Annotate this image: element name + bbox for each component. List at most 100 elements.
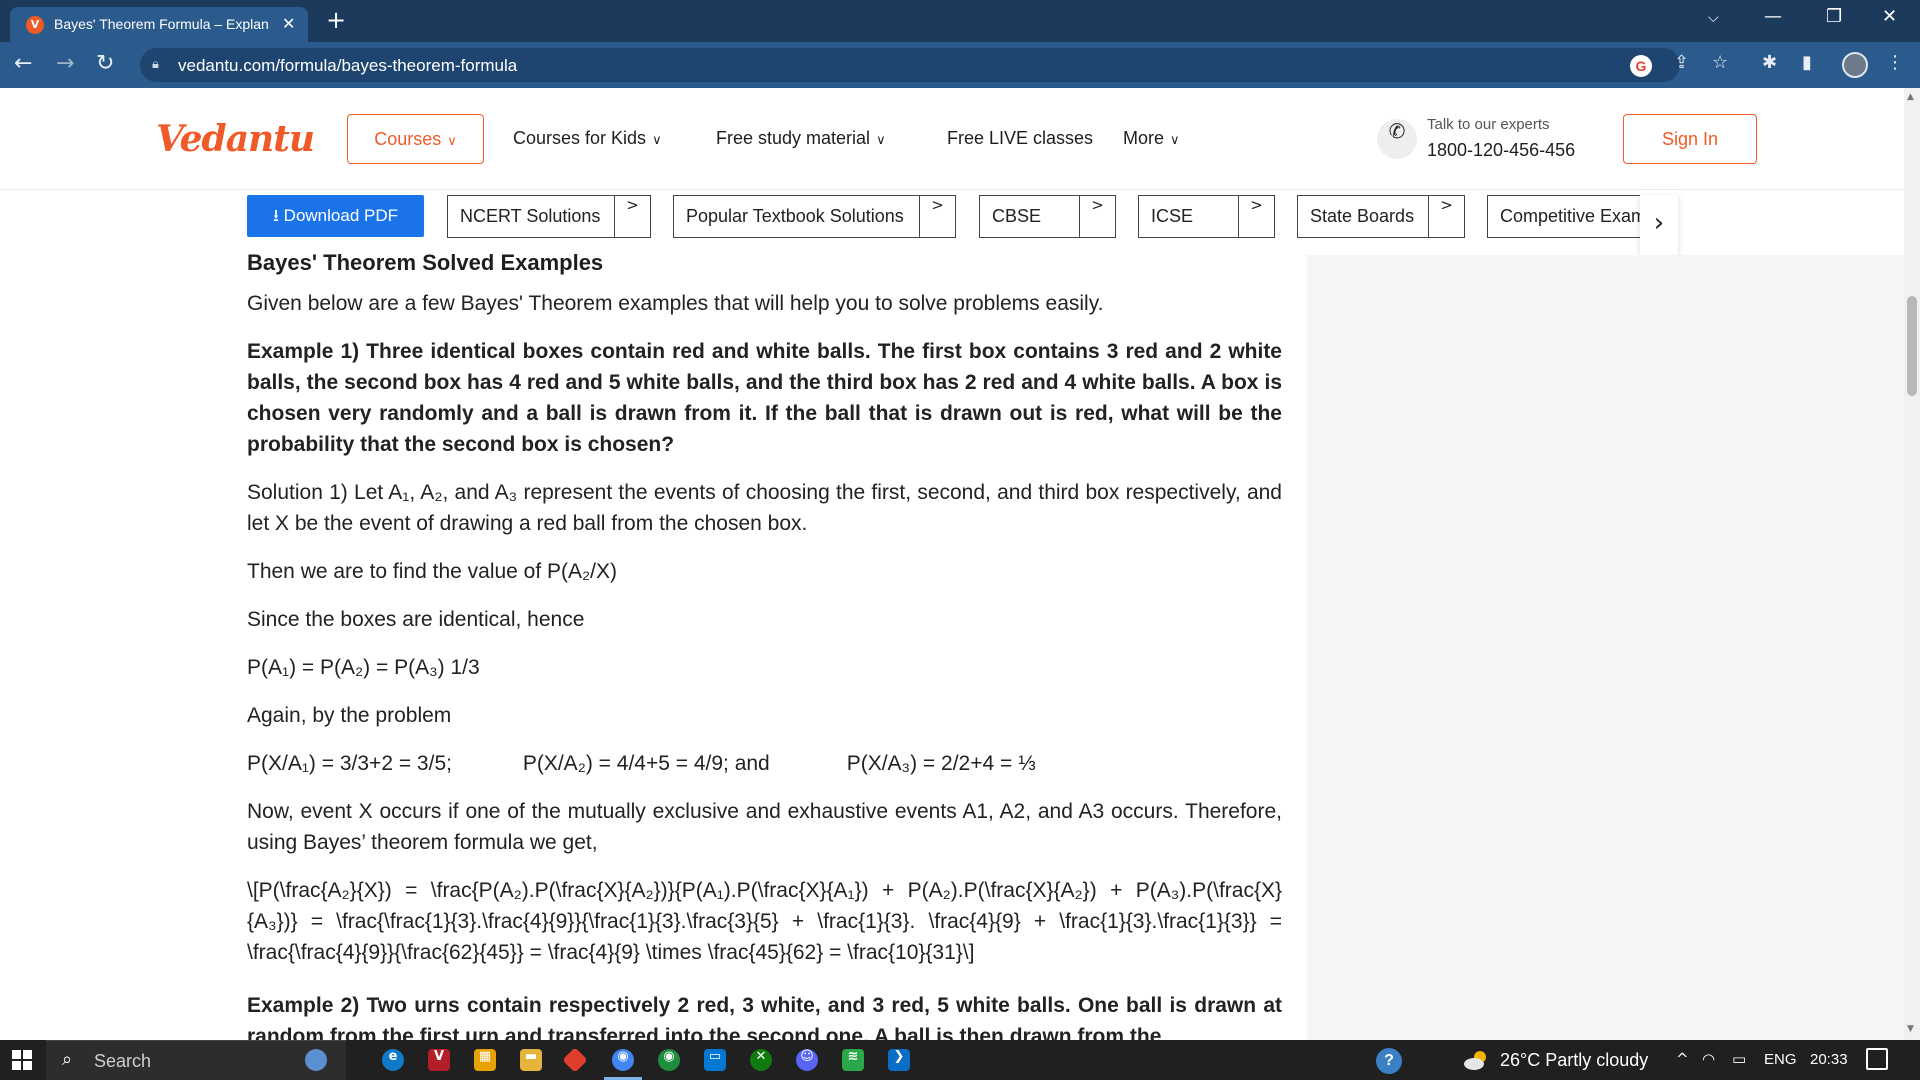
site-header: Vedantu Courses ∨ Courses for Kids ∨ Free … xyxy=(0,88,1904,190)
chrome-canary-icon[interactable]: ◉ xyxy=(658,1049,680,1071)
menu-icon[interactable]: ⋮ xyxy=(1886,52,1904,73)
nav-label: Free study material xyxy=(716,128,871,148)
tab-search-chevron-icon[interactable]: ⌵ xyxy=(1708,10,1719,26)
layers-icon[interactable]: ≋ xyxy=(842,1049,864,1071)
clock[interactable]: 20:33 xyxy=(1810,1051,1848,1068)
equal-probabilities: P(A₁) = P(A₂) = P(A₃) 1/3 xyxy=(247,656,480,679)
side-panel xyxy=(1307,255,1904,1040)
git-icon[interactable] xyxy=(562,1047,588,1073)
vedantu-favicon-icon: V xyxy=(26,16,44,34)
extensions-icon[interactable]: ✱ xyxy=(1762,52,1777,73)
nav-more[interactable]: More ∨ xyxy=(1123,128,1180,149)
weather-text[interactable]: 26°C Partly cloudy xyxy=(1500,1050,1648,1071)
google-icon[interactable]: G xyxy=(1630,55,1652,77)
pill-label: NCERT Solutions xyxy=(460,206,601,226)
chevron-down-icon: ∨ xyxy=(652,133,662,148)
reload-icon[interactable]: ↻ xyxy=(96,51,114,76)
phone-icon[interactable]: ✆ xyxy=(1377,119,1417,159)
cond-prob-3: P(X/A₃) = 2/2+4 = ⅓ xyxy=(846,752,1036,775)
tray-chevron-up-icon[interactable]: ^ xyxy=(1676,1050,1689,1068)
star-icon[interactable]: ☆ xyxy=(1712,52,1728,73)
article-content: Bayes' Theorem Solved Examples Given bel… xyxy=(247,250,1282,1069)
new-tab-icon[interactable]: + xyxy=(326,6,346,34)
url-text[interactable]: vedantu.com/formula/bayes-theorem-formul… xyxy=(178,56,517,76)
chevron-right-icon[interactable]: > xyxy=(614,196,650,237)
download-pdf-button[interactable]: ⭳ Download PDF xyxy=(247,195,424,237)
intro-text: Given below are a few Bayes' Theorem exa… xyxy=(247,292,1104,315)
pill-label: Popular Textbook Solutions xyxy=(686,206,904,226)
windows-start-icon[interactable] xyxy=(12,1050,32,1070)
nav-label: Free LIVE classes xyxy=(947,128,1094,148)
subnav-icse[interactable]: ICSE > xyxy=(1138,195,1275,238)
chevron-right-icon[interactable]: > xyxy=(1079,196,1115,237)
cond-prob-1: P(X/A₁) = 3/3+2 = 3/5; xyxy=(247,752,452,775)
pill-label: ICSE xyxy=(1151,206,1194,226)
chevron-right-icon[interactable]: > xyxy=(919,196,955,237)
nav-free-live-classes[interactable]: Free LIVE classes xyxy=(947,128,1093,149)
browser-tab[interactable]: V Bayes' Theorem Formula – Explan ✕ xyxy=(10,7,308,42)
bayes-explanation: Now, event X occurs if one of the mutual… xyxy=(247,800,1282,854)
nav-courses-for-kids[interactable]: Courses for Kids ∨ xyxy=(513,128,662,149)
chevron-down-icon: ∨ xyxy=(1170,133,1180,148)
edge-icon[interactable]: e xyxy=(382,1049,404,1071)
partly-cloudy-icon xyxy=(1464,1051,1486,1070)
browser-tab-bar: V Bayes' Theorem Formula – Explan ✕ + ⌵ … xyxy=(0,0,1920,42)
solution-1-text: Solution 1) Let A₁, A₂, and A₃ represent… xyxy=(247,481,1282,535)
pill-label: Competitive Exams xyxy=(1500,206,1641,226)
close-window-icon[interactable]: ✕ xyxy=(1882,6,1897,27)
widget-character-icon[interactable] xyxy=(305,1049,327,1071)
sidepanel-icon[interactable]: ▮ xyxy=(1802,52,1812,73)
chevron-right-icon[interactable]: > xyxy=(1428,196,1464,237)
vscode-icon[interactable]: ❯ xyxy=(888,1049,910,1071)
search-icon: ⌕ xyxy=(62,1049,73,1070)
restore-icon[interactable]: ❐ xyxy=(1826,6,1842,27)
help-icon[interactable]: ? xyxy=(1376,1048,1402,1074)
minimize-icon[interactable]: — xyxy=(1764,6,1782,27)
chrome-icon[interactable]: ◉ xyxy=(612,1049,634,1071)
profile-avatar[interactable] xyxy=(1842,52,1868,78)
scroll-thumb[interactable] xyxy=(1907,296,1917,396)
again-text: Again, by the problem xyxy=(247,704,452,727)
store-icon[interactable]: ▦ xyxy=(474,1049,496,1071)
vedantu-logo[interactable]: Vedantu xyxy=(156,118,315,160)
notifications-icon[interactable] xyxy=(1866,1048,1888,1070)
lock-icon[interactable]: 🔒︎ xyxy=(152,57,159,72)
cond-prob-2: P(X/A₂) = 4/4+5 = 4/9; and xyxy=(522,752,770,775)
chevron-down-icon: ∨ xyxy=(447,134,457,149)
scroll-up-icon[interactable]: ▲ xyxy=(1907,92,1914,102)
subnav-popular-textbook-solutions[interactable]: Popular Textbook Solutions > xyxy=(673,195,956,238)
vedantu-app-icon[interactable]: V xyxy=(428,1049,450,1071)
pill-label: CBSE xyxy=(992,206,1042,226)
download-pdf-label: Download PDF xyxy=(283,206,398,225)
nav-free-study-material[interactable]: Free study material ∨ xyxy=(716,128,886,149)
wifi-icon[interactable]: ◠ xyxy=(1702,1050,1715,1068)
chevron-right-icon[interactable]: > xyxy=(1238,196,1274,237)
nav-label: Courses for Kids xyxy=(513,128,647,148)
taskbar-search[interactable]: ⌕ Search xyxy=(46,1040,346,1080)
discord-icon[interactable]: ☺ xyxy=(796,1049,818,1071)
subnav-competitive-exams[interactable]: Competitive Exams xyxy=(1487,195,1641,238)
subnav-scroll-right-icon[interactable]: › xyxy=(1640,195,1678,255)
search-label: Search xyxy=(94,1051,152,1071)
battery-icon[interactable]: ▭ xyxy=(1732,1050,1746,1068)
monitor-icon[interactable]: ▭ xyxy=(704,1049,726,1071)
section-heading: Bayes' Theorem Solved Examples xyxy=(247,250,604,275)
sign-in-button[interactable]: Sign In xyxy=(1623,114,1757,164)
address-bar[interactable]: 🔒︎ vedantu.com/formula/bayes-theorem-for… xyxy=(140,48,1680,82)
page-scrollbar[interactable]: ▲ ▼ xyxy=(1904,88,1920,1040)
subnav-state-boards[interactable]: State Boards > xyxy=(1297,195,1465,238)
scroll-down-icon[interactable]: ▼ xyxy=(1907,1024,1914,1034)
language-indicator[interactable]: ENG xyxy=(1764,1051,1797,1068)
subnav-cbse[interactable]: CBSE > xyxy=(979,195,1116,238)
share-icon[interactable]: ⇪ xyxy=(1674,52,1689,73)
experts-phone-number[interactable]: 1800-120-456-456 xyxy=(1427,140,1575,161)
file-explorer-icon[interactable]: ▬ xyxy=(520,1049,542,1071)
back-icon[interactable]: ← xyxy=(14,51,32,76)
download-icon: ⭳ xyxy=(272,206,279,225)
example-1-question: Example 1) Three identical boxes contain… xyxy=(247,340,1282,456)
tab-close-icon[interactable]: ✕ xyxy=(282,14,295,33)
subnav-ncert-solutions[interactable]: NCERT Solutions > xyxy=(447,195,651,238)
courses-dropdown-button[interactable]: Courses ∨ xyxy=(347,114,484,164)
xbox-icon[interactable]: ✕ xyxy=(750,1049,772,1071)
forward-icon[interactable]: → xyxy=(56,51,74,76)
